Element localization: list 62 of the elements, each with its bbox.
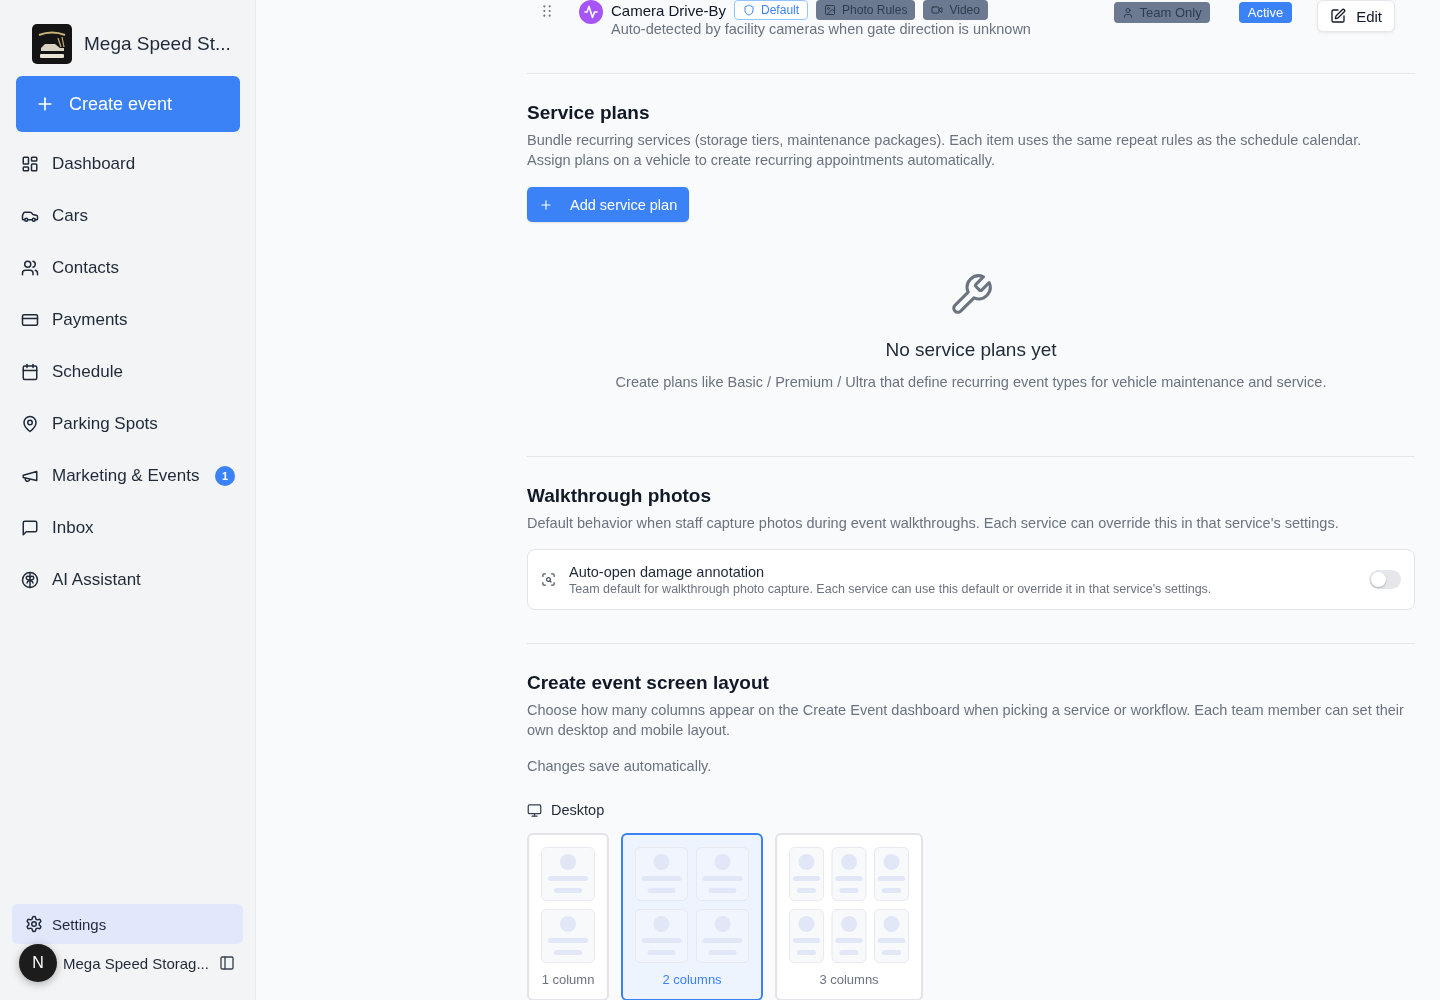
account-name: Mega Speed Storag... (63, 954, 209, 972)
drag-handle-icon (543, 5, 551, 17)
nav-item[interactable]: Contacts (16, 242, 239, 294)
map-pin-icon (21, 415, 39, 433)
nav-item[interactable]: Marketing & Events 1 (16, 450, 239, 502)
credit-card-icon (21, 311, 39, 329)
video-camera-icon (931, 4, 944, 16)
logo-icon (32, 24, 72, 64)
event-title: Camera Drive-By (611, 1, 727, 19)
settings-nav-item[interactable]: Settings (12, 904, 243, 944)
section-description: Choose how many columns appear on the Create Event dashboard when picking a service or workflow. Each team member can set their own desktop and mobile layout. (527, 701, 1405, 740)
nav-item[interactable]: Inbox (16, 502, 239, 554)
brand-name: Mega Speed St... (84, 33, 231, 55)
tag: Photo Rules (816, 0, 916, 20)
nav-item[interactable]: Dashboard (16, 138, 239, 190)
calendar-icon (21, 363, 39, 381)
create-event-button[interactable]: Create event (16, 76, 240, 132)
nav-item[interactable]: AI Assistant (16, 554, 239, 606)
sidebar-toggle-button[interactable] (219, 955, 235, 971)
count-badge: 1 (215, 466, 235, 486)
section-heading: Service plans (527, 101, 651, 125)
plus-icon (539, 197, 553, 212)
setting-title: Auto-open damage annotation (569, 562, 766, 581)
toggle-switch[interactable] (1369, 570, 1401, 589)
scan-icon (541, 572, 556, 587)
image-icon (824, 4, 837, 16)
layout-option[interactable]: 3 columns (775, 833, 923, 1000)
device-label: Desktop (551, 802, 605, 818)
event-description: Auto-detected by facility cameras when gate direction is unknown (611, 20, 1031, 38)
side-panel-icon (219, 955, 235, 971)
save-note: Changes save automatically. (527, 757, 713, 776)
nav-item[interactable]: Parking Spots (16, 398, 239, 450)
nav-item[interactable]: Payments (16, 294, 239, 346)
column-preview-icon (789, 847, 909, 963)
layout-option[interactable]: 1 column (527, 833, 609, 1000)
person-icon (1121, 6, 1134, 19)
tag: Default (734, 0, 809, 20)
column-preview-icon (541, 847, 595, 963)
monitor-icon (527, 802, 542, 818)
tag: Video (923, 0, 988, 20)
shield-icon (743, 4, 756, 16)
people-icon (21, 259, 39, 277)
pulse-icon (579, 0, 603, 24)
empty-state-description: Create plans like Basic / Premium / Ultra that define recurring event types for vehicle maintenance and service. (615, 373, 1327, 392)
edit-button[interactable]: Edit (1317, 0, 1395, 32)
avatar[interactable]: N (19, 944, 57, 982)
brain-icon (21, 571, 39, 589)
settings-icon (25, 915, 43, 933)
dashboard-icon (21, 155, 39, 173)
empty-state-title: No service plans yet (885, 338, 1057, 362)
section-description: Bundle recurring services (storage tiers, maintenance packages). Each item uses the same repeat rules as the schedule calendar. Assign plans on a vehicle to create recurring appointments automatically. (527, 131, 1363, 170)
add-service-plan-button[interactable]: Add service plan (527, 187, 690, 222)
edit-icon (1330, 8, 1347, 24)
chat-bubble-icon (21, 519, 39, 537)
status-badge: Active (1238, 2, 1293, 23)
setting-description: Team default for walkthrough photo capture. Each service can use this default or override it in that service's settings. (569, 580, 1212, 597)
nav-item[interactable]: Schedule (16, 346, 239, 398)
section-description: Default behavior when staff capture photos during event walkthroughs. Each service can override this in that service's settings. (527, 514, 1340, 533)
section-heading: Create event screen layout (527, 671, 770, 695)
nav-item[interactable]: Cars (16, 190, 239, 242)
visibility-badge: Team Only (1113, 2, 1210, 23)
section-heading: Walkthrough photos (527, 484, 712, 508)
